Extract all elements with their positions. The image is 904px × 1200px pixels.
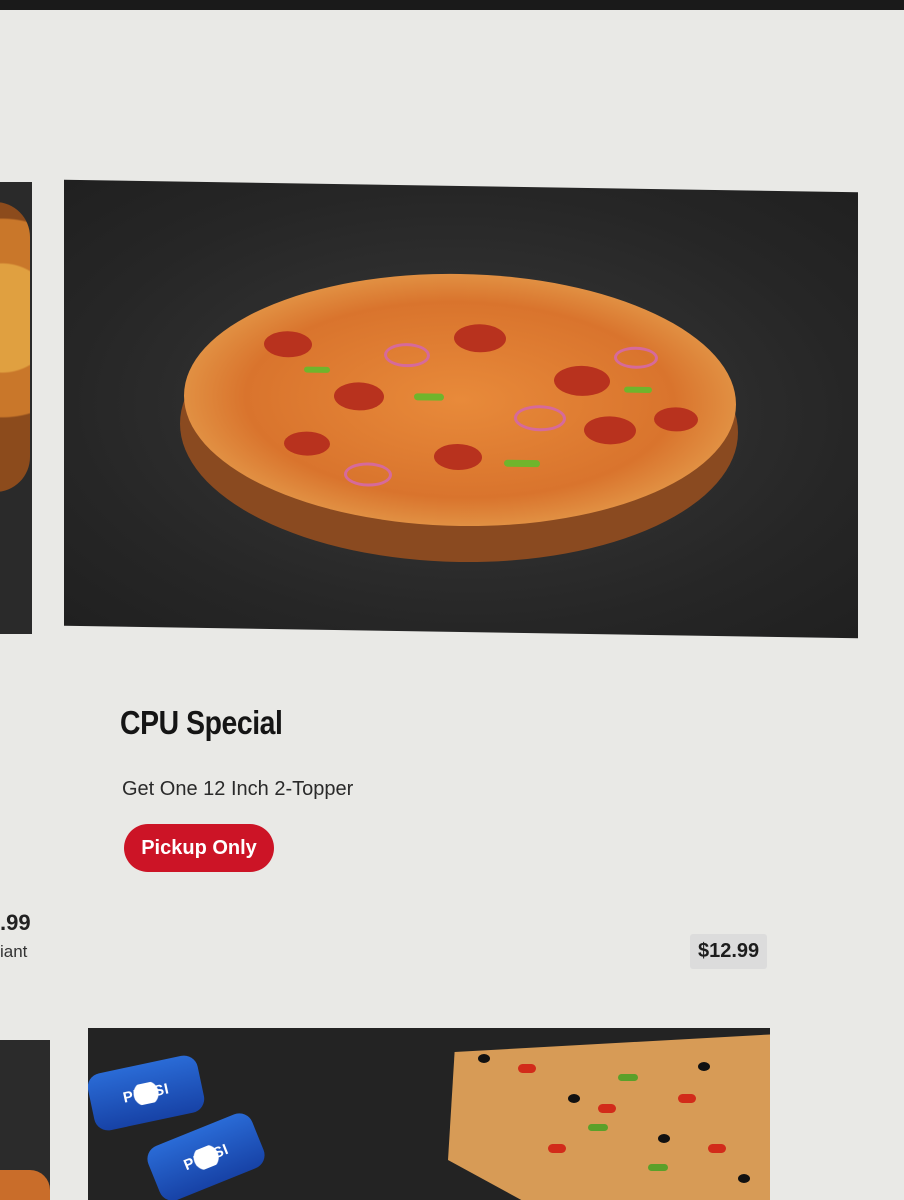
olive-topping <box>568 1094 580 1103</box>
product-price: $12.99 <box>690 934 768 969</box>
onion-topping <box>614 346 658 370</box>
green-pepper-topping <box>648 1164 668 1171</box>
pepperoni-topping <box>264 330 312 358</box>
onion-topping <box>344 462 392 487</box>
red-pepper-topping <box>708 1144 726 1153</box>
olive-topping <box>698 1062 710 1071</box>
red-pepper-topping <box>518 1064 536 1073</box>
pepperoni-topping <box>284 431 330 456</box>
pepperoni-topping <box>454 323 506 353</box>
pickup-only-badge: Pickup Only <box>124 824 274 872</box>
pizza-image-partial-2 <box>0 1170 50 1200</box>
pepperoni-topping <box>434 443 482 471</box>
green-pepper-topping <box>304 366 330 373</box>
product-image[interactable] <box>64 179 858 639</box>
onion-topping <box>514 404 566 432</box>
left-product-image[interactable] <box>0 182 32 634</box>
left-product-image-2[interactable] <box>0 1040 50 1200</box>
olive-topping <box>658 1134 670 1143</box>
menu-page: .99 iant CPU Special Get One 12 Inch 2-T… <box>0 10 904 1200</box>
pepperoni-topping <box>334 382 384 411</box>
pepperoni-topping <box>554 365 610 397</box>
pepsi-can-label: PEPSI <box>174 1136 238 1178</box>
red-pepper-topping <box>678 1094 696 1103</box>
green-pepper-topping <box>414 393 444 401</box>
pepsi-can-icon: PEPSI <box>143 1109 269 1200</box>
green-pepper-topping <box>618 1074 638 1081</box>
left-product-variant: iant <box>0 942 28 961</box>
pepsi-can-label: PEPSI <box>115 1076 177 1110</box>
olive-topping <box>478 1054 490 1063</box>
left-product-price: .99 <box>0 910 31 935</box>
pepperoni-topping <box>654 407 698 432</box>
green-pepper-topping <box>624 386 652 394</box>
product-title[interactable]: CPU Special <box>120 704 283 742</box>
red-pepper-topping <box>598 1104 616 1113</box>
green-pepper-topping <box>504 459 540 468</box>
pepperoni-topping <box>584 415 636 445</box>
pizza-slices-image <box>448 1034 770 1200</box>
next-product-image[interactable]: PEPSI PEPSI <box>88 1028 770 1200</box>
pepsi-can-icon: PEPSI <box>88 1052 207 1134</box>
red-pepper-topping <box>548 1144 566 1153</box>
green-pepper-topping <box>588 1124 608 1131</box>
pizza-image-partial <box>0 202 30 492</box>
onion-topping <box>384 342 430 368</box>
olive-topping <box>738 1174 750 1183</box>
product-description: Get One 12 Inch 2-Topper <box>122 778 354 800</box>
